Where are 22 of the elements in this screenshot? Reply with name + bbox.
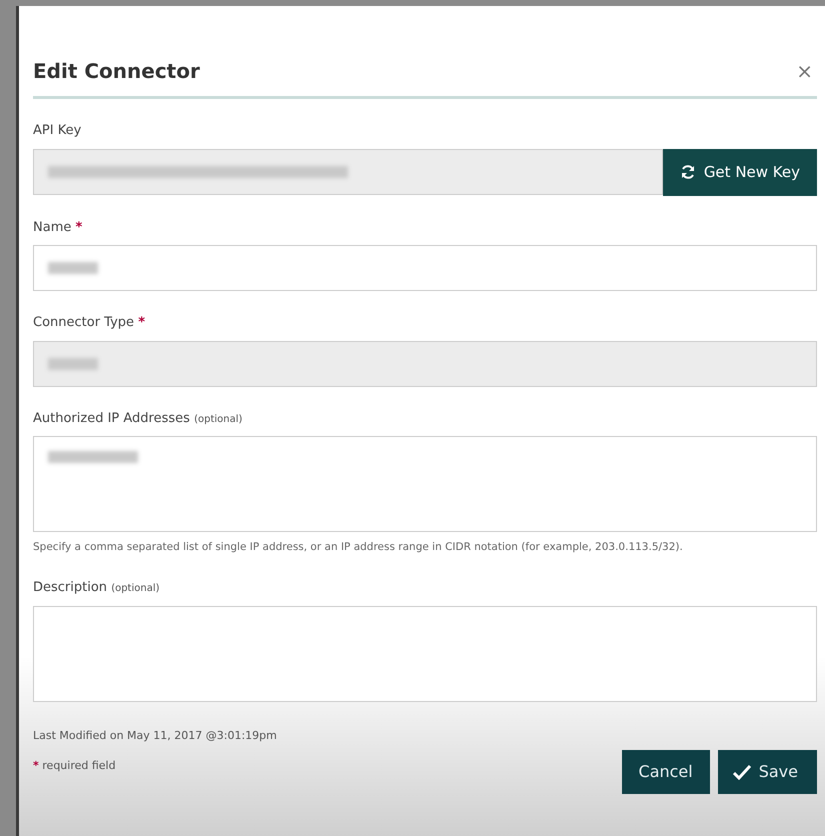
cancel-button[interactable]: Cancel [622,750,710,794]
required-note: required field [42,759,116,772]
input-field[interactable] [33,245,817,291]
field-label: Connector Type [33,315,134,330]
optional-note: (optional) [111,583,160,594]
required-marker: * [138,315,145,330]
close-button[interactable]: × [792,56,817,86]
field-label: API Key [33,123,82,138]
text-area[interactable] [33,606,817,702]
refresh-icon [680,164,696,180]
help-text: Specify a comma separated list of single IP address, or an IP address range in CIDR notation (for example, 203.0.113.5/32). [33,540,684,555]
dialog-title: Edit Connector [33,58,200,85]
required-marker: * [76,220,82,234]
required-marker: * [33,759,39,772]
optional-note: (optional) [194,414,242,424]
checkmark-icon [732,764,751,780]
field-label: Description [33,580,108,595]
last-modified-text: Last Modified on May 11, 2017 @3:01:19pm [33,728,278,744]
text-area[interactable] [33,436,817,532]
field-label: Name [33,220,72,234]
field-label: Authorized IP Addresses [33,410,190,426]
save-button[interactable]: Save [718,750,817,794]
